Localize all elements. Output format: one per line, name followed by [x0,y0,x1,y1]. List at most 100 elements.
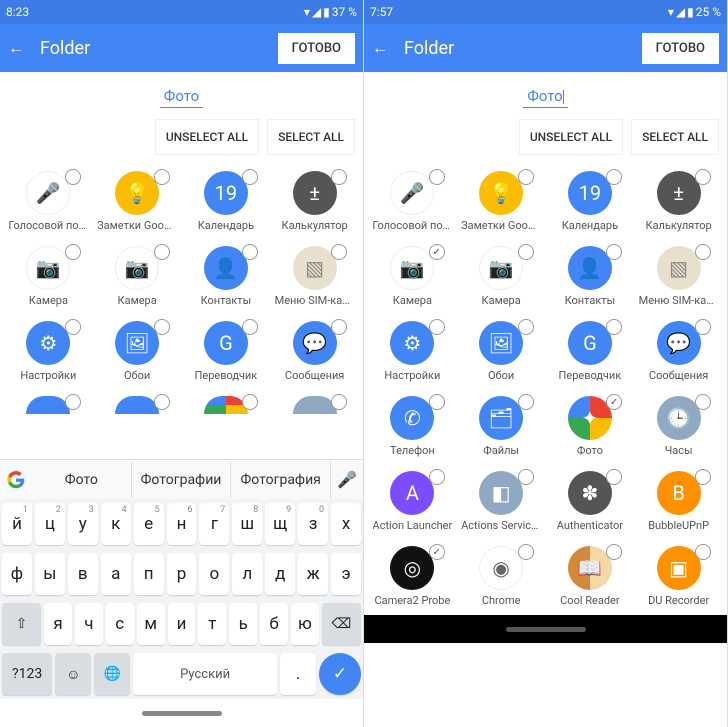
app-item[interactable]: BBubbleUPnP [634,465,723,540]
key[interactable]: ь [229,603,257,645]
checkbox-icon[interactable] [429,319,445,335]
checkbox-icon[interactable] [331,319,347,335]
app-item[interactable]: 💡Заметки Googl.. [93,165,182,240]
checkbox-icon[interactable] [606,544,622,560]
done-button[interactable]: ГОТОВО [642,33,719,64]
key-backspace[interactable]: ⌫ [322,603,361,645]
app-item[interactable]: 👤Контакты [182,240,271,315]
suggestion-1[interactable]: Фото [32,462,132,498]
key[interactable]: ц2 [35,503,65,545]
app-item[interactable]: ◧Actions Services [457,465,546,540]
key[interactable]: н6 [167,503,197,545]
google-icon[interactable] [0,471,32,489]
checkbox-icon[interactable] [429,169,445,185]
app-item[interactable]: 19Календарь [546,165,635,240]
app-item[interactable]: AAction Launcher [368,465,457,540]
checkbox-icon[interactable] [429,544,445,560]
app-item[interactable]: 📷Камера [93,240,182,315]
app-item[interactable]: GПереводчик [182,315,271,390]
key-shift[interactable]: ⇧ [2,603,41,645]
checkbox-icon[interactable] [695,544,711,560]
checkbox-icon[interactable] [695,169,711,185]
checkbox-icon[interactable] [429,244,445,260]
app-item[interactable]: 🎤Голосовой пои.. [368,165,457,240]
checkbox-icon[interactable] [154,169,170,185]
back-icon[interactable]: ← [8,38,24,58]
key[interactable]: ы [35,553,65,595]
checkbox-icon[interactable] [606,169,622,185]
key[interactable]: в [68,553,98,595]
key-emoji[interactable]: ☺ [55,653,91,695]
app-item[interactable]: ◎Camera2 Probe [368,540,457,615]
key[interactable]: т [198,603,226,645]
checkbox-icon[interactable] [429,394,445,410]
key[interactable]: у3 [68,503,98,545]
app-item[interactable]: 💬Сообщения [634,315,723,390]
suggestion-3[interactable]: Фотография [231,462,331,498]
folder-name-field[interactable]: Фото [364,72,727,109]
key-enter[interactable]: ✓ [319,653,361,695]
checkbox-icon[interactable] [429,469,445,485]
app-item[interactable]: ✽Authenticator [546,465,635,540]
unselect-all-button[interactable]: UNSELECT ALL [155,119,259,155]
checkbox-icon[interactable] [606,244,622,260]
app-item[interactable]: ⚙Настройки [368,315,457,390]
key[interactable]: м [137,603,165,645]
checkbox-icon[interactable] [695,394,711,410]
key[interactable]: г7 [199,503,229,545]
app-item[interactable] [4,390,93,414]
key[interactable]: з0 [298,503,328,545]
key[interactable]: б [260,603,288,645]
key-globe[interactable]: 🌐 [94,653,130,695]
checkbox-icon[interactable] [695,469,711,485]
app-item[interactable] [270,390,359,414]
app-item[interactable]: 📷Камера [4,240,93,315]
app-item[interactable]: 📷Камера [457,240,546,315]
checkbox-icon[interactable] [242,244,258,260]
checkbox-icon[interactable] [331,169,347,185]
app-item[interactable]: ±Калькулятор [270,165,359,240]
app-item[interactable]: ✆Телефон [368,390,457,465]
app-item[interactable]: ▣DU Recorder [634,540,723,615]
app-item[interactable]: 🖼Обои [457,315,546,390]
checkbox-icon[interactable] [695,319,711,335]
select-all-button[interactable]: SELECT ALL [267,119,355,155]
key[interactable]: е5 [134,503,164,545]
app-item[interactable]: 🕒Часы [634,390,723,465]
checkbox-icon[interactable] [154,319,170,335]
checkbox-icon[interactable] [65,244,81,260]
key[interactable]: с [106,603,134,645]
checkbox-icon[interactable] [518,169,534,185]
key-symbols[interactable]: ?123 [2,653,52,695]
checkbox-icon[interactable] [242,319,258,335]
checkbox-icon[interactable] [65,394,81,410]
checkbox-icon[interactable] [606,394,622,410]
checkbox-icon[interactable] [331,394,347,410]
back-icon[interactable]: ← [372,38,388,58]
checkbox-icon[interactable] [518,469,534,485]
app-item[interactable]: 📷Камера [368,240,457,315]
app-item[interactable]: ✦Фото [546,390,635,465]
checkbox-icon[interactable] [154,394,170,410]
unselect-all-button[interactable]: UNSELECT ALL [519,119,623,155]
home-pill-icon[interactable] [142,711,222,716]
key[interactable]: э [331,553,361,595]
app-item[interactable]: 🎤Голосовой пои.. [4,165,93,240]
app-item[interactable] [182,390,271,414]
key[interactable]: щ9 [265,503,295,545]
checkbox-icon[interactable] [242,169,258,185]
app-item[interactable]: 🖼Обои [93,315,182,390]
app-item[interactable]: ▧Меню SIM-карт.. [634,240,723,315]
app-item[interactable]: ◉Chrome [457,540,546,615]
key[interactable]: р [167,553,197,595]
checkbox-icon[interactable] [606,469,622,485]
key[interactable]: п [134,553,164,595]
key[interactable]: ч [75,603,103,645]
app-item[interactable]: 📖Cool Reader [546,540,635,615]
select-all-button[interactable]: SELECT ALL [631,119,719,155]
key[interactable]: ж [298,553,328,595]
app-item[interactable]: ±Калькулятор [634,165,723,240]
key[interactable]: ф [2,553,32,595]
checkbox-icon[interactable] [518,544,534,560]
key[interactable]: к4 [101,503,131,545]
